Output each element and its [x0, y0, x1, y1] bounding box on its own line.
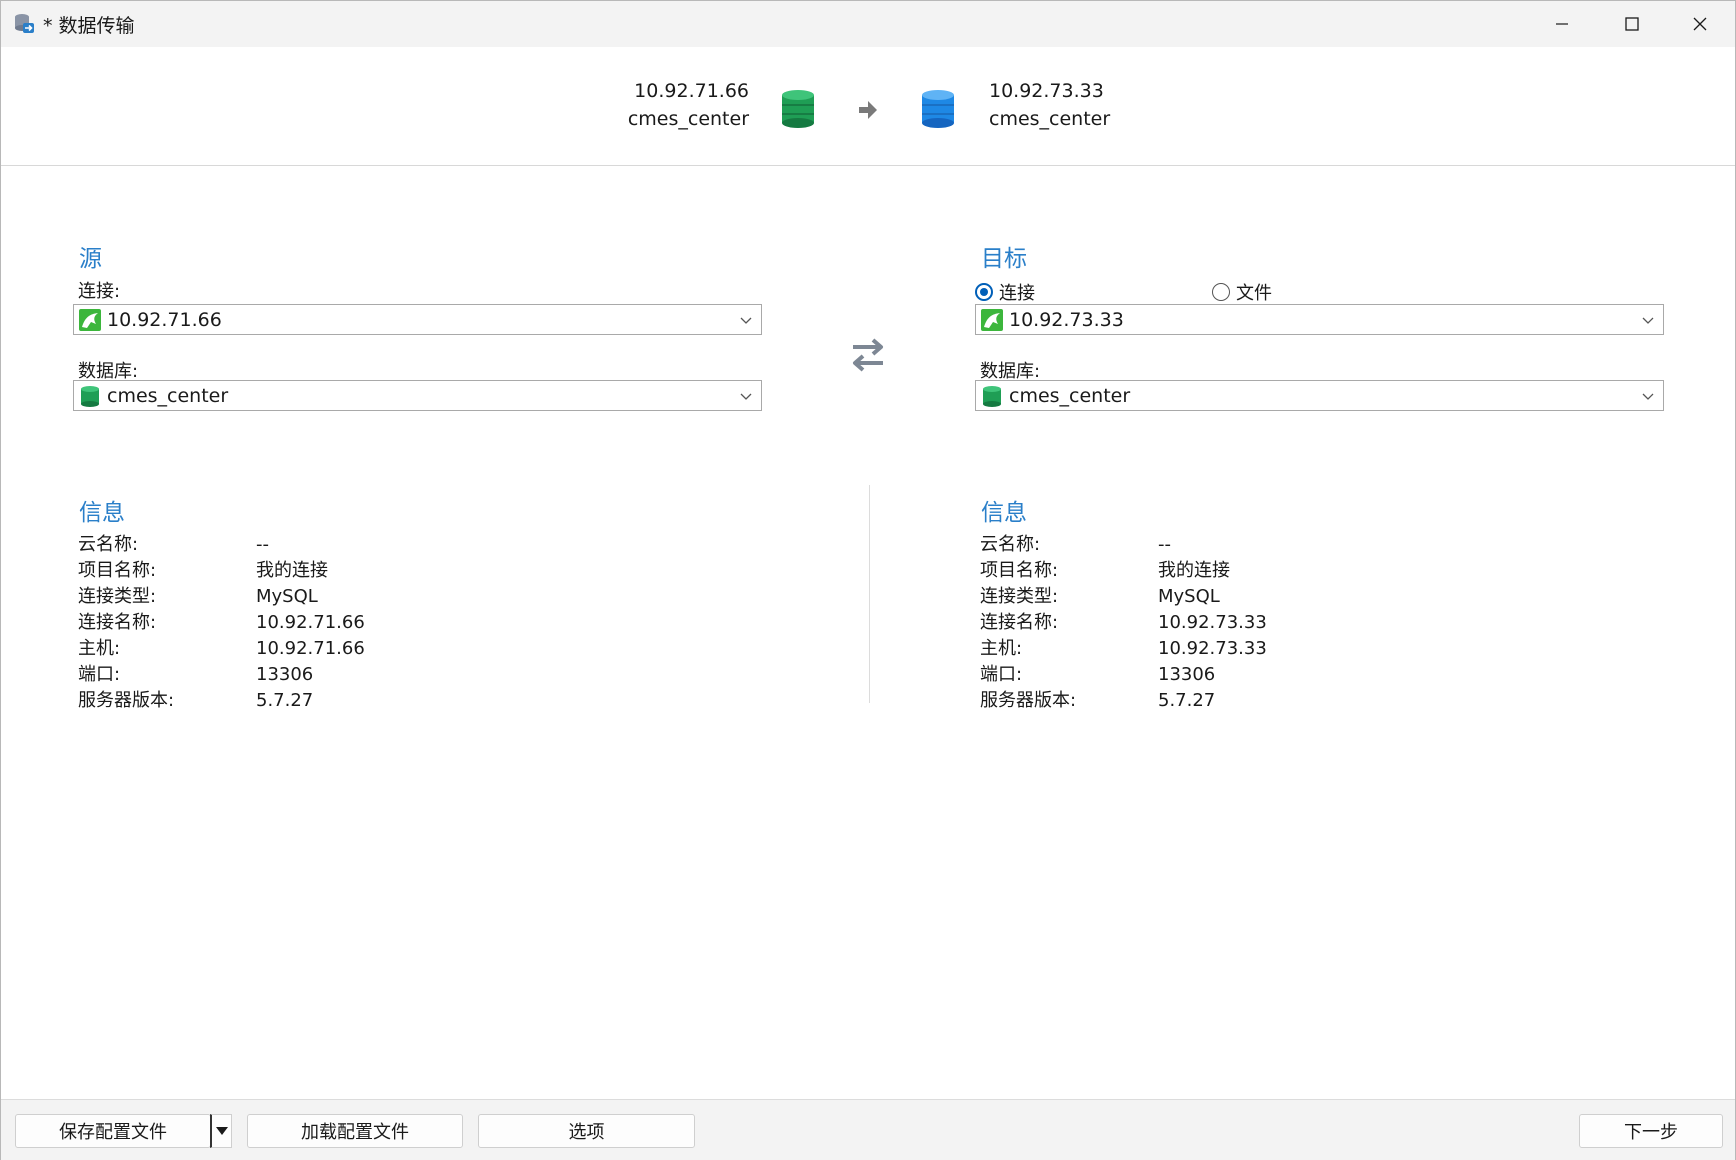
target-database-value: cmes_center [1009, 384, 1131, 407]
close-button[interactable] [1665, 1, 1735, 47]
save-profile-button[interactable]: 保存配置文件 [15, 1114, 211, 1148]
header-source-host: 10.92.71.66 [634, 80, 749, 102]
triangle-down-icon [215, 1127, 228, 1135]
green-database-icon [81, 385, 99, 407]
chevron-down-icon[interactable] [731, 381, 761, 410]
info-key: 项目名称: [980, 560, 1059, 581]
source-database-dropdown[interactable]: cmes_center [73, 380, 762, 411]
target-database-dropdown[interactable]: cmes_center [975, 380, 1664, 411]
data-transfer-icon [15, 14, 34, 33]
info-key: 云名称: [78, 534, 139, 555]
target-file-radio[interactable]: 文件 [1212, 279, 1272, 305]
target-connection-radio-label: 连接 [999, 283, 1035, 304]
minimize-icon [1556, 23, 1568, 25]
info-key: 连接类型: [980, 586, 1059, 607]
source-info-title: 信息 [79, 500, 125, 526]
info-key: 端口: [78, 664, 121, 685]
info-value: -- [256, 534, 269, 555]
swap-arrows-icon[interactable] [847, 335, 889, 377]
target-connection-dropdown[interactable]: 10.92.73.33 [975, 304, 1664, 335]
info-key: 主机: [980, 638, 1023, 659]
header-target-host: 10.92.73.33 [989, 80, 1104, 102]
info-key: 连接类型: [78, 586, 157, 607]
info-key: 连接名称: [78, 612, 157, 633]
green-database-icon [983, 385, 1001, 407]
info-value: 10.92.73.33 [1158, 612, 1267, 633]
green-database-icon [782, 90, 814, 128]
info-value: -- [1158, 534, 1171, 555]
header-source-db: cmes_center [627, 108, 749, 130]
info-key: 端口: [980, 664, 1023, 685]
window-title: * 数据传输 [43, 15, 135, 37]
source-connection-label: 连接: [78, 281, 121, 302]
info-value: 我的连接 [256, 560, 328, 581]
target-title: 目标 [981, 246, 1027, 272]
bottom-toolbar: 保存配置文件 加载配置文件 选项 下一步 [1, 1099, 1735, 1160]
minimize-button[interactable] [1527, 1, 1597, 47]
info-value: MySQL [256, 586, 318, 607]
source-title: 源 [79, 246, 102, 272]
source-connection-value: 10.92.71.66 [107, 308, 222, 331]
info-value: 5.7.27 [1158, 690, 1216, 711]
info-key: 主机: [78, 638, 121, 659]
target-connection-value: 10.92.73.33 [1009, 308, 1124, 331]
save-profile-dropdown-button[interactable] [210, 1114, 232, 1148]
info-value: 5.7.27 [256, 690, 314, 711]
load-profile-button[interactable]: 加载配置文件 [247, 1114, 463, 1148]
title-bar: * 数据传输 [1, 1, 1735, 47]
target-connection-radio[interactable]: 连接 [975, 279, 1035, 305]
maximize-button[interactable] [1597, 1, 1667, 47]
chevron-down-icon[interactable] [1633, 381, 1663, 410]
radio-selected-indicator [975, 283, 993, 301]
maximize-icon [1625, 17, 1639, 31]
chevron-down-icon[interactable] [1633, 305, 1663, 334]
data-transfer-window: * 数据传输 10.92.71.66 cmes_center 10.92.73.… [0, 0, 1736, 1160]
blue-database-icon [922, 90, 954, 128]
transfer-summary-header: 10.92.71.66 cmes_center 10.92.73.33 cmes… [1, 47, 1735, 166]
info-key: 服务器版本: [78, 690, 175, 711]
info-value: 13306 [256, 664, 314, 685]
info-value: 10.92.71.66 [256, 612, 365, 633]
header-target-db: cmes_center [989, 108, 1111, 130]
close-icon [1693, 17, 1707, 31]
next-button[interactable]: 下一步 [1579, 1114, 1723, 1148]
source-database-value: cmes_center [107, 384, 229, 407]
section-divider [869, 485, 870, 703]
info-key: 连接名称: [980, 612, 1059, 633]
radio-unselected-indicator [1212, 283, 1230, 301]
info-value: 我的连接 [1158, 560, 1230, 581]
options-button[interactable]: 选项 [478, 1114, 695, 1148]
info-key: 服务器版本: [980, 690, 1077, 711]
info-value: 10.92.71.66 [256, 638, 365, 659]
info-key: 项目名称: [78, 560, 157, 581]
info-value: 10.92.73.33 [1158, 638, 1267, 659]
mysql-connection-icon [79, 308, 101, 331]
target-file-radio-label: 文件 [1236, 283, 1272, 304]
target-info-title: 信息 [981, 500, 1027, 526]
info-key: 云名称: [980, 534, 1041, 555]
info-value: 13306 [1158, 664, 1216, 685]
info-value: MySQL [1158, 586, 1220, 607]
mysql-connection-icon [981, 308, 1003, 331]
source-connection-dropdown[interactable]: 10.92.71.66 [73, 304, 762, 335]
chevron-down-icon[interactable] [731, 305, 761, 334]
arrow-right-icon [859, 101, 877, 119]
